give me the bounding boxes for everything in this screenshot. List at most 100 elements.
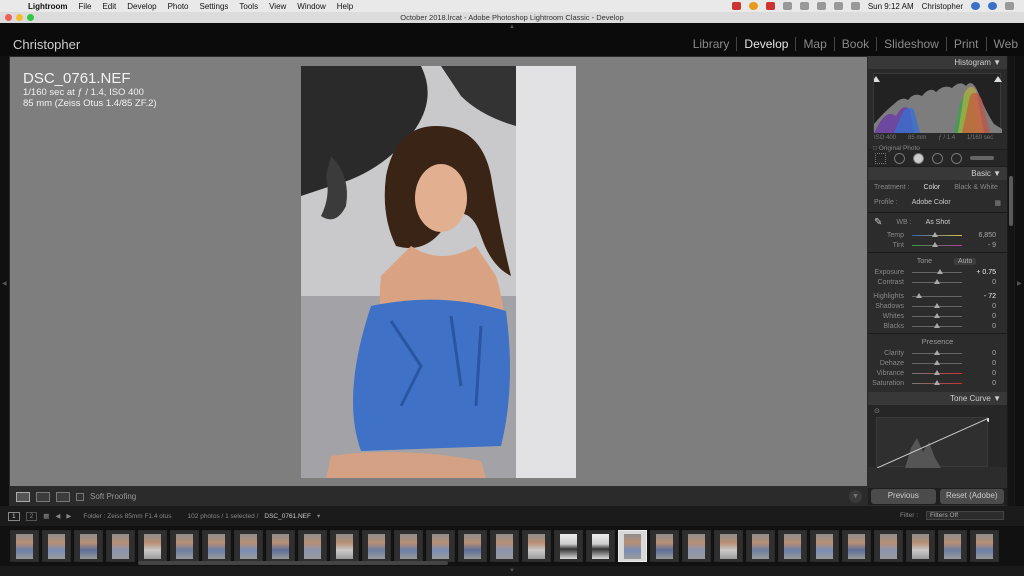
temp-value[interactable]: 6,850 xyxy=(962,232,996,239)
collapse-right-icon[interactable]: ▶ xyxy=(1017,280,1022,287)
filmstrip-thumbnail[interactable] xyxy=(362,530,391,562)
vibrance-value[interactable]: 0 xyxy=(962,370,996,377)
whites-value[interactable]: 0 xyxy=(962,313,996,320)
main-window-button[interactable]: 1 xyxy=(8,511,20,521)
zoom-window-button[interactable] xyxy=(27,14,34,21)
history-icon[interactable] xyxy=(799,2,809,10)
whites-slider-row[interactable]: Whites 0 xyxy=(868,311,1007,321)
tint-slider[interactable] xyxy=(912,241,962,247)
minimize-window-button[interactable] xyxy=(16,14,23,21)
graduated-filter-icon[interactable] xyxy=(932,152,943,164)
module-map[interactable]: Map xyxy=(796,37,835,51)
filmstrip-thumbnail[interactable] xyxy=(810,530,839,562)
expand-left-icon[interactable]: ◀ xyxy=(2,280,7,287)
module-book[interactable]: Book xyxy=(835,37,878,51)
clarity-value[interactable]: 0 xyxy=(962,350,996,357)
volume-icon[interactable] xyxy=(850,2,860,10)
menu-list-icon[interactable] xyxy=(1005,2,1014,10)
toolbar-menu-icon[interactable]: ▼ xyxy=(849,490,862,503)
search-icon[interactable] xyxy=(971,2,980,10)
saturation-slider-row[interactable]: Saturation 0 xyxy=(868,378,1007,388)
collapse-top-icon[interactable]: ▲ xyxy=(509,24,515,30)
saturation-slider[interactable] xyxy=(912,379,962,385)
tint-slider-row[interactable]: Tint - 9 xyxy=(868,240,1007,250)
filmstrip-thumbnail[interactable] xyxy=(842,530,871,562)
filmstrip-thumbnail[interactable] xyxy=(554,530,583,562)
before-after-swap-button[interactable] xyxy=(56,491,70,502)
photo-canvas[interactable]: DSC_0761.NEF 1/160 sec at ƒ / 1.4, ISO 4… xyxy=(9,56,868,487)
profile-select[interactable]: Adobe Color xyxy=(912,199,951,206)
cloud-icon[interactable] xyxy=(731,2,741,10)
wb-select[interactable]: As Shot xyxy=(926,219,951,226)
vibrance-slider[interactable] xyxy=(912,369,962,375)
filmstrip-thumbnail[interactable] xyxy=(682,530,711,562)
filmstrip-thumbnail[interactable] xyxy=(138,530,167,562)
filmstrip-thumbnail[interactable] xyxy=(586,530,615,562)
original-photo-toggle[interactable]: □ Original Photo xyxy=(873,145,920,152)
menu-view[interactable]: View xyxy=(269,2,286,11)
menu-tools[interactable]: Tools xyxy=(239,2,258,11)
basic-header[interactable]: Basic ▼ xyxy=(868,167,1007,180)
filmstrip-thumbnail[interactable] xyxy=(490,530,519,562)
treatment-color-option[interactable]: Color xyxy=(924,184,941,191)
reset-button[interactable]: Reset (Adobe) xyxy=(939,489,1004,504)
menu-file[interactable]: File xyxy=(79,2,92,11)
adjustment-brush-icon[interactable] xyxy=(970,156,994,160)
previous-button[interactable]: Previous xyxy=(871,489,936,504)
main-photo[interactable] xyxy=(301,66,576,478)
collapse-bottom-icon[interactable]: ▼ xyxy=(509,568,515,574)
close-window-button[interactable] xyxy=(5,14,12,21)
filmstrip-thumbnail[interactable] xyxy=(874,530,903,562)
filmstrip-thumbnail[interactable] xyxy=(778,530,807,562)
module-slideshow[interactable]: Slideshow xyxy=(877,37,947,51)
filmstrip-thumbnail[interactable] xyxy=(330,530,359,562)
temp-slider[interactable] xyxy=(912,231,962,237)
folder-path[interactable]: Folder : Zeiss 85mm F1.4 otus xyxy=(83,513,171,520)
filmstrip-scrollbar[interactable] xyxy=(138,561,448,565)
bluetooth-icon[interactable] xyxy=(816,2,826,10)
filmstrip-thumbnail[interactable] xyxy=(10,530,39,562)
filmstrip-thumbnail[interactable] xyxy=(234,530,263,562)
back-arrow-icon[interactable]: ◀ xyxy=(55,512,60,520)
filmstrip-thumbnail[interactable] xyxy=(522,530,551,562)
filmstrip-thumbnail[interactable] xyxy=(74,530,103,562)
blacks-slider[interactable] xyxy=(912,322,962,328)
filmstrip-thumbnail[interactable] xyxy=(618,530,647,562)
highlights-slider[interactable] xyxy=(912,292,962,298)
clock[interactable]: Sun 9:12 AM xyxy=(868,2,914,11)
airplay-icon[interactable] xyxy=(782,2,792,10)
menu-help[interactable]: Help xyxy=(337,2,353,11)
contrast-value[interactable]: 0 xyxy=(962,279,996,286)
filmstrip-thumbnail[interactable] xyxy=(458,530,487,562)
panel-scrollbar[interactable] xyxy=(1008,56,1014,506)
filmstrip-thumbnail[interactable] xyxy=(394,530,423,562)
eyedropper-icon[interactable]: ✎ xyxy=(874,217,882,228)
filmstrip-thumbnail[interactable] xyxy=(970,530,999,562)
red-eye-icon[interactable] xyxy=(913,152,924,164)
filmstrip-thumbnail[interactable] xyxy=(170,530,199,562)
grid-view-icon[interactable]: ▦ xyxy=(43,512,49,520)
module-web[interactable]: Web xyxy=(987,37,1018,51)
filmstrip-thumbnail[interactable] xyxy=(938,530,967,562)
soft-proofing-checkbox[interactable] xyxy=(76,492,84,501)
calendar-icon[interactable] xyxy=(765,2,775,10)
wifi-icon[interactable] xyxy=(833,2,843,10)
blacks-value[interactable]: 0 xyxy=(962,323,996,330)
clarity-slider[interactable] xyxy=(912,349,962,355)
exposure-slider[interactable] xyxy=(912,268,962,274)
whites-slider[interactable] xyxy=(912,312,962,318)
radial-filter-icon[interactable] xyxy=(951,152,962,164)
vibrance-slider-row[interactable]: Vibrance 0 xyxy=(868,368,1007,378)
filename-dropdown-icon[interactable]: ▾ xyxy=(317,512,320,520)
module-library[interactable]: Library xyxy=(686,37,738,51)
shadows-slider[interactable] xyxy=(912,302,962,308)
exposure-slider-row[interactable]: Exposure + 0.75 xyxy=(868,267,1007,277)
histogram-header[interactable]: Histogram ▼ xyxy=(868,56,1007,69)
second-window-button[interactable]: 2 xyxy=(25,511,38,521)
menu-window[interactable]: Window xyxy=(297,2,325,11)
treatment-bw-option[interactable]: Black & White xyxy=(954,184,998,191)
menu-edit[interactable]: Edit xyxy=(102,2,116,11)
spot-removal-icon[interactable] xyxy=(894,152,905,164)
module-print[interactable]: Print xyxy=(947,37,987,51)
saturation-value[interactable]: 0 xyxy=(962,380,996,387)
